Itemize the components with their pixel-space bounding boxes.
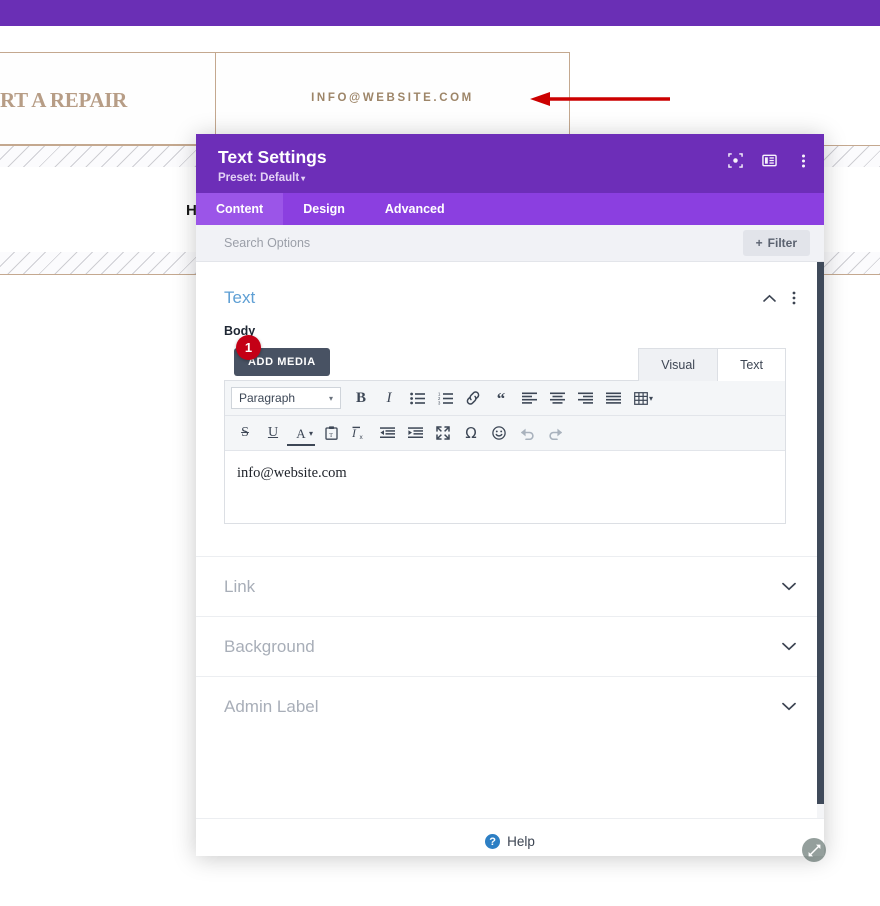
accordion-background-label: Background <box>224 636 315 656</box>
indent-icon[interactable] <box>401 420 429 446</box>
svg-text:I: I <box>352 426 357 440</box>
text-color-chevron-down-icon[interactable]: ▾ <box>309 429 313 438</box>
preset-label: Preset: Default <box>218 172 300 185</box>
editor-topbar: ADD MEDIA Visual Text <box>224 348 786 381</box>
undo-icon[interactable] <box>513 420 541 446</box>
editor-mode-tabs: Visual Text <box>638 348 786 381</box>
modal-title: Text Settings <box>218 147 327 167</box>
text-section: Text Body ADD MEDIA Visual Text Paragrap… <box>196 262 824 524</box>
table-chevron-down-icon[interactable]: ▾ <box>649 394 653 403</box>
svg-text:x: x <box>359 434 363 440</box>
filter-button[interactable]: + Filter <box>742 230 810 256</box>
svg-text:T: T <box>329 433 333 439</box>
section-title: Text <box>224 288 256 307</box>
bold-icon[interactable]: B <box>347 385 375 411</box>
emoji-icon[interactable] <box>485 420 513 446</box>
focus-target-icon[interactable] <box>727 152 744 169</box>
more-vertical-icon[interactable] <box>795 152 812 169</box>
underline-icon[interactable]: U <box>259 420 287 446</box>
modal-header: Text Settings Preset: Default ▾ <box>196 134 824 193</box>
chevron-up-icon[interactable] <box>763 294 776 303</box>
align-justify-icon[interactable] <box>599 385 627 411</box>
fullscreen-icon[interactable] <box>429 420 457 446</box>
paste-as-text-icon[interactable]: T <box>317 420 345 446</box>
plus-icon: + <box>755 236 763 250</box>
strikethrough-icon[interactable]: S <box>231 420 259 446</box>
tab-content[interactable]: Content <box>196 193 284 225</box>
help-label: Help <box>507 834 535 849</box>
accordion-background[interactable]: Background <box>196 616 824 676</box>
numbered-list-icon[interactable]: 1 2 3 <box>431 385 459 411</box>
tab-visual[interactable]: Visual <box>638 348 719 381</box>
align-left-icon[interactable] <box>515 385 543 411</box>
format-select[interactable]: Paragraph ▾ <box>231 387 341 409</box>
accordion-link-label: Link <box>224 576 256 596</box>
wysiwyg-editor: ADD MEDIA Visual Text Paragraph ▾ B I 1 … <box>224 335 786 524</box>
editor-toolbar-row-1: Paragraph ▾ B I 1 2 3 “ ▾ <box>225 381 785 416</box>
help-bar[interactable]: ? Help <box>196 818 824 856</box>
clear-formatting-icon[interactable]: I x <box>345 420 373 446</box>
admin-bar <box>0 0 880 26</box>
more-vertical-icon[interactable] <box>792 291 796 305</box>
preset-selector[interactable]: Preset: Default ▾ <box>218 172 806 184</box>
text-settings-modal: Text Settings Preset: Default ▾ Content … <box>196 134 824 856</box>
modal-tabs: Content Design Advanced <box>196 193 824 225</box>
annotation-arrow-icon <box>530 92 670 106</box>
tab-design[interactable]: Design <box>283 193 365 225</box>
section-controls <box>763 291 796 305</box>
tab-advanced[interactable]: Advanced <box>365 193 465 225</box>
editor-toolbar-row-2: S U A ▾ T I x Ω <box>225 416 785 451</box>
help-icon: ? <box>485 834 501 849</box>
accordion-link[interactable]: Link <box>196 556 824 616</box>
link-icon[interactable] <box>459 385 487 411</box>
outdent-icon[interactable] <box>373 420 401 446</box>
editor-content-text: info@website.com <box>237 465 347 481</box>
body-field-label: Body <box>224 324 256 338</box>
step-badge-1: 1 <box>236 335 261 360</box>
bullet-list-icon[interactable] <box>403 385 431 411</box>
nav-email-label: INFO@WEBSITE.COM <box>311 92 474 104</box>
italic-icon[interactable]: I <box>375 385 403 411</box>
blockquote-icon[interactable]: “ <box>487 385 515 411</box>
modal-scroll-area: Text Body ADD MEDIA Visual Text Paragrap… <box>196 262 824 818</box>
svg-text:3: 3 <box>438 400 441 405</box>
filter-label: Filter <box>767 236 797 250</box>
format-select-value: Paragraph <box>239 391 296 405</box>
align-right-icon[interactable] <box>571 385 599 411</box>
text-section-header: Text <box>224 288 796 308</box>
nav-repair-label: RT A REPAIR <box>0 88 128 112</box>
align-center-icon[interactable] <box>543 385 571 411</box>
panel-layout-icon[interactable] <box>761 152 778 169</box>
search-input[interactable]: Search Options <box>224 236 310 250</box>
screenshot-root: RT A REPAIR INFO@WEBSITE.COM H Text Sett… <box>0 0 880 906</box>
resize-diagonal-icon[interactable] <box>802 838 826 862</box>
editor-content[interactable]: info@website.com <box>225 451 785 523</box>
tab-text[interactable]: Text <box>717 348 786 381</box>
chevron-down-icon: ▾ <box>328 393 333 403</box>
special-character-icon[interactable]: Ω <box>457 420 485 446</box>
chevron-down-icon <box>782 582 796 591</box>
search-options-bar: Search Options + Filter <box>196 225 824 262</box>
accordion-admin-label[interactable]: Admin Label <box>196 676 824 736</box>
accordion-admin-label-label: Admin Label <box>224 696 319 716</box>
chevron-down-icon <box>782 702 796 711</box>
editor-box: Paragraph ▾ B I 1 2 3 “ ▾ S U A ▾ T I x … <box>224 380 786 524</box>
chevron-down-icon: ▾ <box>301 174 306 184</box>
modal-header-actions <box>727 152 812 169</box>
chevron-down-icon <box>782 642 796 651</box>
redo-icon[interactable] <box>541 420 569 446</box>
